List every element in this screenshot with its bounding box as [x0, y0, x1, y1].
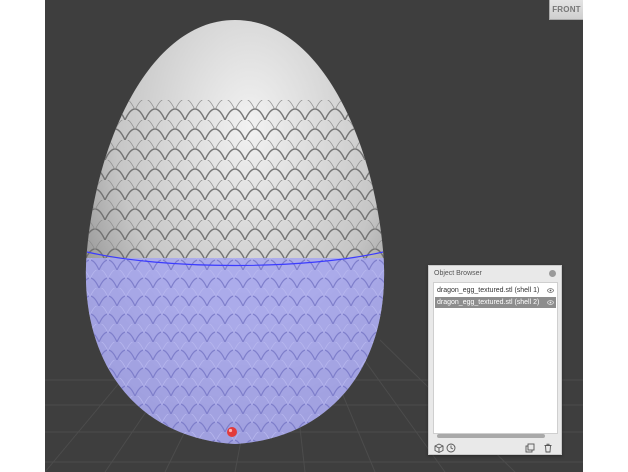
duplicate-icon[interactable]	[525, 443, 535, 453]
object-list[interactable]: dragon_egg_textured.stl (shell 1) dragon…	[433, 282, 558, 434]
view-cube-label: FRONT	[552, 5, 581, 14]
clock-icon[interactable]	[446, 443, 456, 453]
object-browser-title: Object Browser	[434, 270, 482, 277]
list-item-label: dragon_egg_textured.stl (shell 1)	[437, 287, 540, 294]
trash-icon[interactable]	[543, 443, 553, 453]
close-icon[interactable]	[549, 270, 556, 277]
dragon-egg-model[interactable]	[75, 20, 395, 458]
visibility-icon[interactable]	[547, 299, 554, 306]
list-item[interactable]: dragon_egg_textured.stl (shell 1)	[435, 285, 556, 296]
view-cube[interactable]: FRONT	[549, 0, 583, 20]
cube-icon[interactable]	[434, 443, 444, 453]
list-item-label: dragon_egg_textured.stl (shell 2)	[437, 299, 540, 306]
visibility-icon[interactable]	[547, 287, 554, 294]
origin-marker[interactable]	[227, 427, 237, 437]
object-browser-panel: Object Browser dragon_egg_textured.stl (…	[428, 265, 562, 455]
horizontal-scrollbar[interactable]	[437, 434, 545, 438]
list-item-selected[interactable]: dragon_egg_textured.stl (shell 2)	[435, 297, 556, 308]
